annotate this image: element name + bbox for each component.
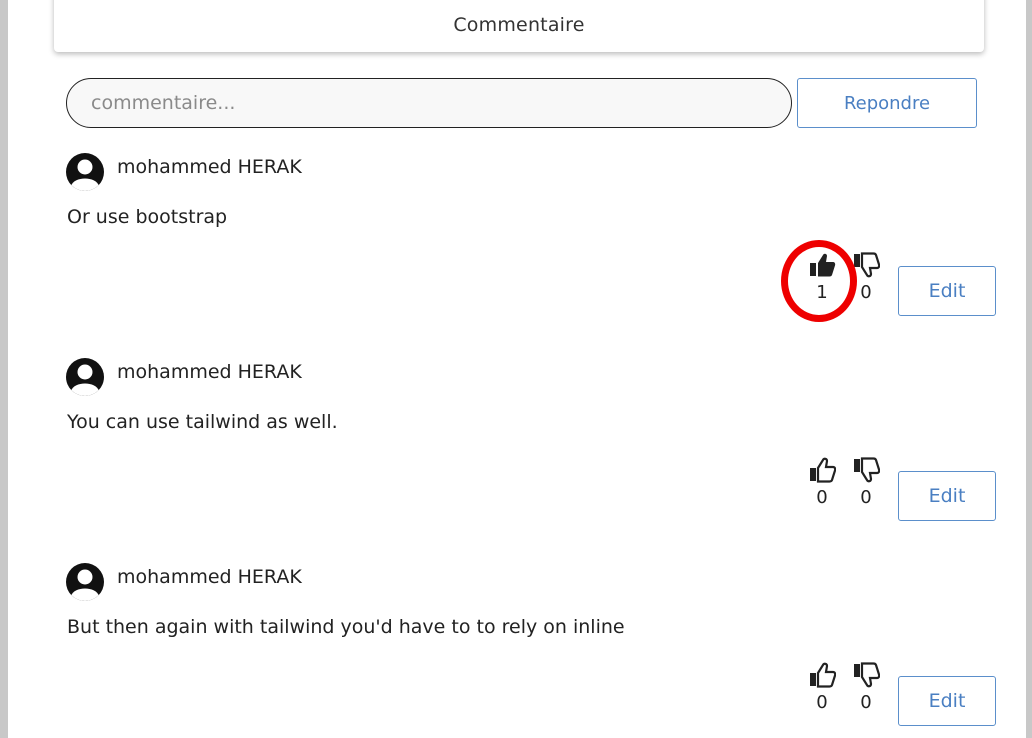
edit-button[interactable]: Edit: [898, 266, 996, 316]
dislike-control[interactable]: 0: [851, 662, 881, 713]
reply-button[interactable]: Repondre: [797, 78, 977, 128]
comment-item: mohammed HERAK Or use bootstrap 1 0 Edit: [0, 150, 1032, 350]
like-control[interactable]: 0: [807, 457, 837, 508]
comment-text: You can use tailwind as well.: [67, 411, 338, 433]
dislike-count: 0: [860, 282, 872, 303]
like-control[interactable]: 0: [807, 662, 837, 713]
comment-author: mohammed HERAK: [117, 566, 302, 588]
thumbs-down-icon[interactable]: [852, 252, 880, 278]
user-avatar-icon: [66, 358, 104, 396]
comment-author: mohammed HERAK: [117, 361, 302, 383]
comments-header-card: Commentaire: [54, 0, 984, 52]
dislike-control[interactable]: 0: [851, 457, 881, 508]
user-avatar-icon: [66, 153, 104, 191]
comment-item: mohammed HERAK You can use tailwind as w…: [0, 355, 1032, 555]
like-count: 1: [816, 282, 828, 303]
edit-button[interactable]: Edit: [898, 471, 996, 521]
edit-button[interactable]: Edit: [898, 676, 996, 726]
comment-input[interactable]: [66, 78, 792, 128]
page-title: Commentaire: [453, 14, 585, 36]
comment-text: Or use bootstrap: [67, 206, 228, 228]
user-avatar-icon: [66, 563, 104, 601]
comment-item: mohammed HERAK But then again with tailw…: [0, 560, 1032, 738]
thumbs-down-icon[interactable]: [852, 457, 880, 483]
dislike-control[interactable]: 0: [851, 252, 881, 303]
thumbs-up-icon[interactable]: [808, 662, 836, 688]
thumbs-down-icon[interactable]: [852, 662, 880, 688]
like-count: 0: [816, 692, 828, 713]
dislike-count: 0: [860, 692, 872, 713]
comment-author: mohammed HERAK: [117, 156, 302, 178]
thumbs-up-icon[interactable]: [808, 457, 836, 483]
dislike-count: 0: [860, 487, 872, 508]
comment-text: But then again with tailwind you'd have …: [67, 616, 625, 638]
thumbs-up-icon[interactable]: [808, 252, 836, 278]
like-control[interactable]: 1: [807, 252, 837, 303]
like-count: 0: [816, 487, 828, 508]
